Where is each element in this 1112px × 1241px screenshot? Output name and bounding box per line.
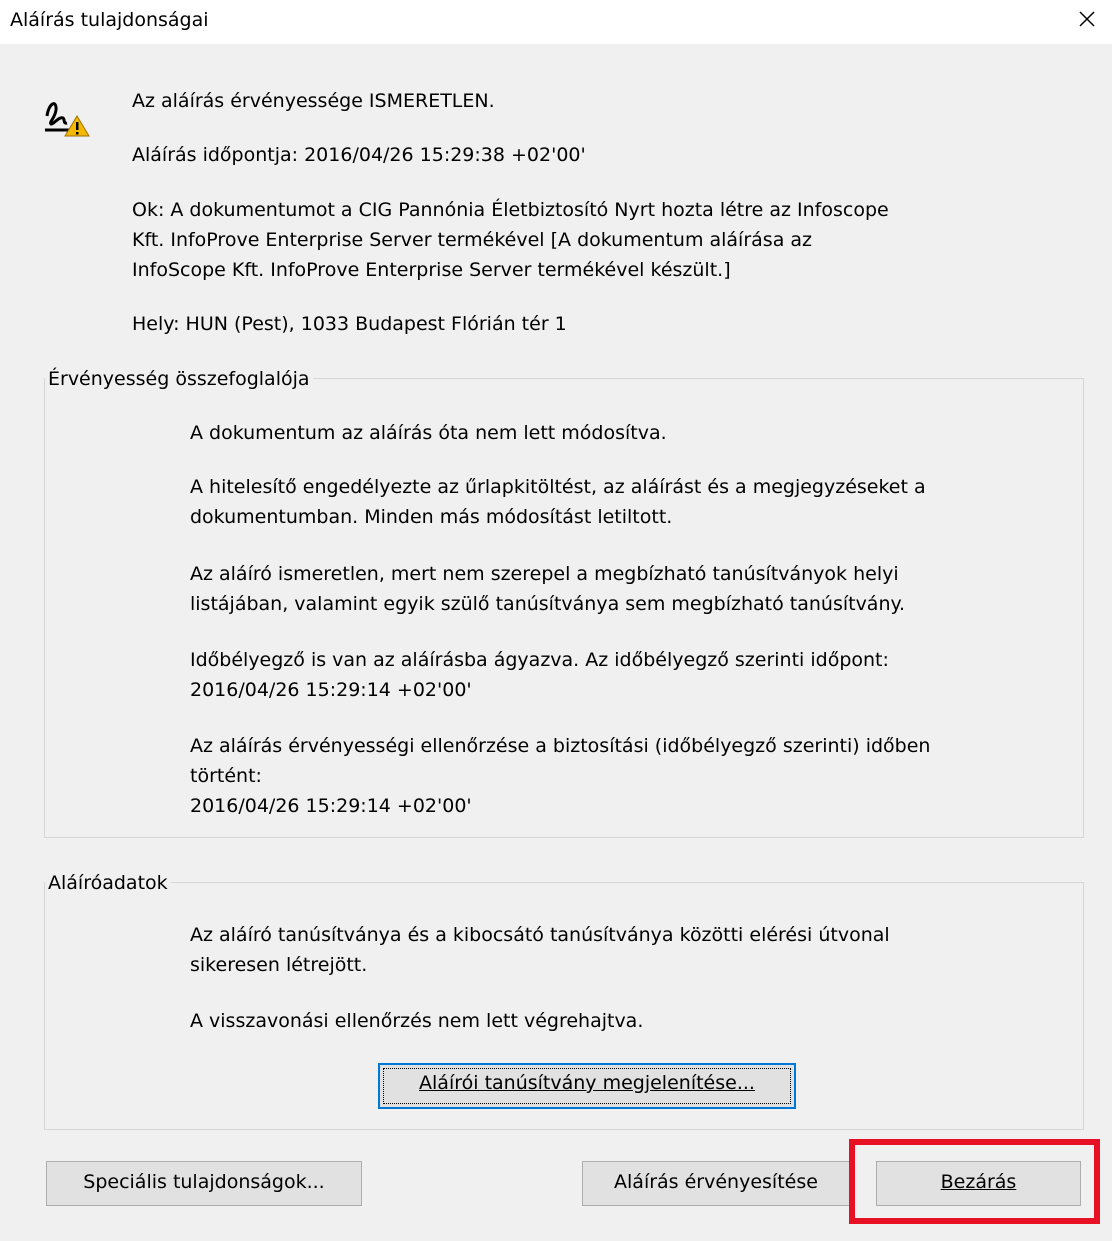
signer-data-legend: Aláíróadatok [45,868,171,898]
signature-reason: Ok: A dokumentumot a CIG Pannónia Életbi… [132,199,889,281]
signature-location: Hely: HUN (Pest), 1033 Budapest Flórián … [132,313,567,335]
validity-item: A dokumentum az aláírás óta nem lett mód… [190,422,667,444]
close-button-highlight [849,1139,1100,1224]
signature-time: Aláírás időpontja: 2016/04/26 15:29:38 +… [132,144,586,166]
validity-item: A hitelesítő engedélyezte az űrlapkitölt… [190,476,926,528]
window-title: Aláírás tulajdonságai [10,9,209,31]
focus-rect [383,1068,791,1104]
validate-signature-label: Aláírás érvényesítése [614,1171,818,1193]
close-icon[interactable] [1070,2,1104,36]
validate-signature-button[interactable]: Aláírás érvényesítése [582,1161,850,1206]
validity-item: Az aláírás érvényességi ellenőrzése a bi… [190,735,931,817]
signer-data-item: Az aláíró tanúsítványa és a kibocsátó ta… [190,924,890,976]
signature-warning-icon [43,94,93,138]
validity-item: Időbélyegző is van az aláírásba ágyazva.… [190,649,889,701]
validity-summary-legend: Érvényesség összefoglalója [45,364,313,394]
validity-item: Az aláíró ismeretlen, mert nem szerepel … [190,563,906,615]
advanced-properties-button[interactable]: Speciális tulajdonságok... [46,1161,362,1206]
advanced-properties-label: Speciális tulajdonságok... [83,1171,325,1193]
signer-data-item: A visszavonási ellenőrzés nem lett végre… [190,1010,644,1032]
signature-status: Az aláírás érvényessége ISMERETLEN. [132,90,495,112]
title-bar: Aláírás tulajdonságai [0,0,1112,44]
show-certificate-button[interactable]: Aláírói tanúsítvány megjelenítése... [378,1063,796,1109]
